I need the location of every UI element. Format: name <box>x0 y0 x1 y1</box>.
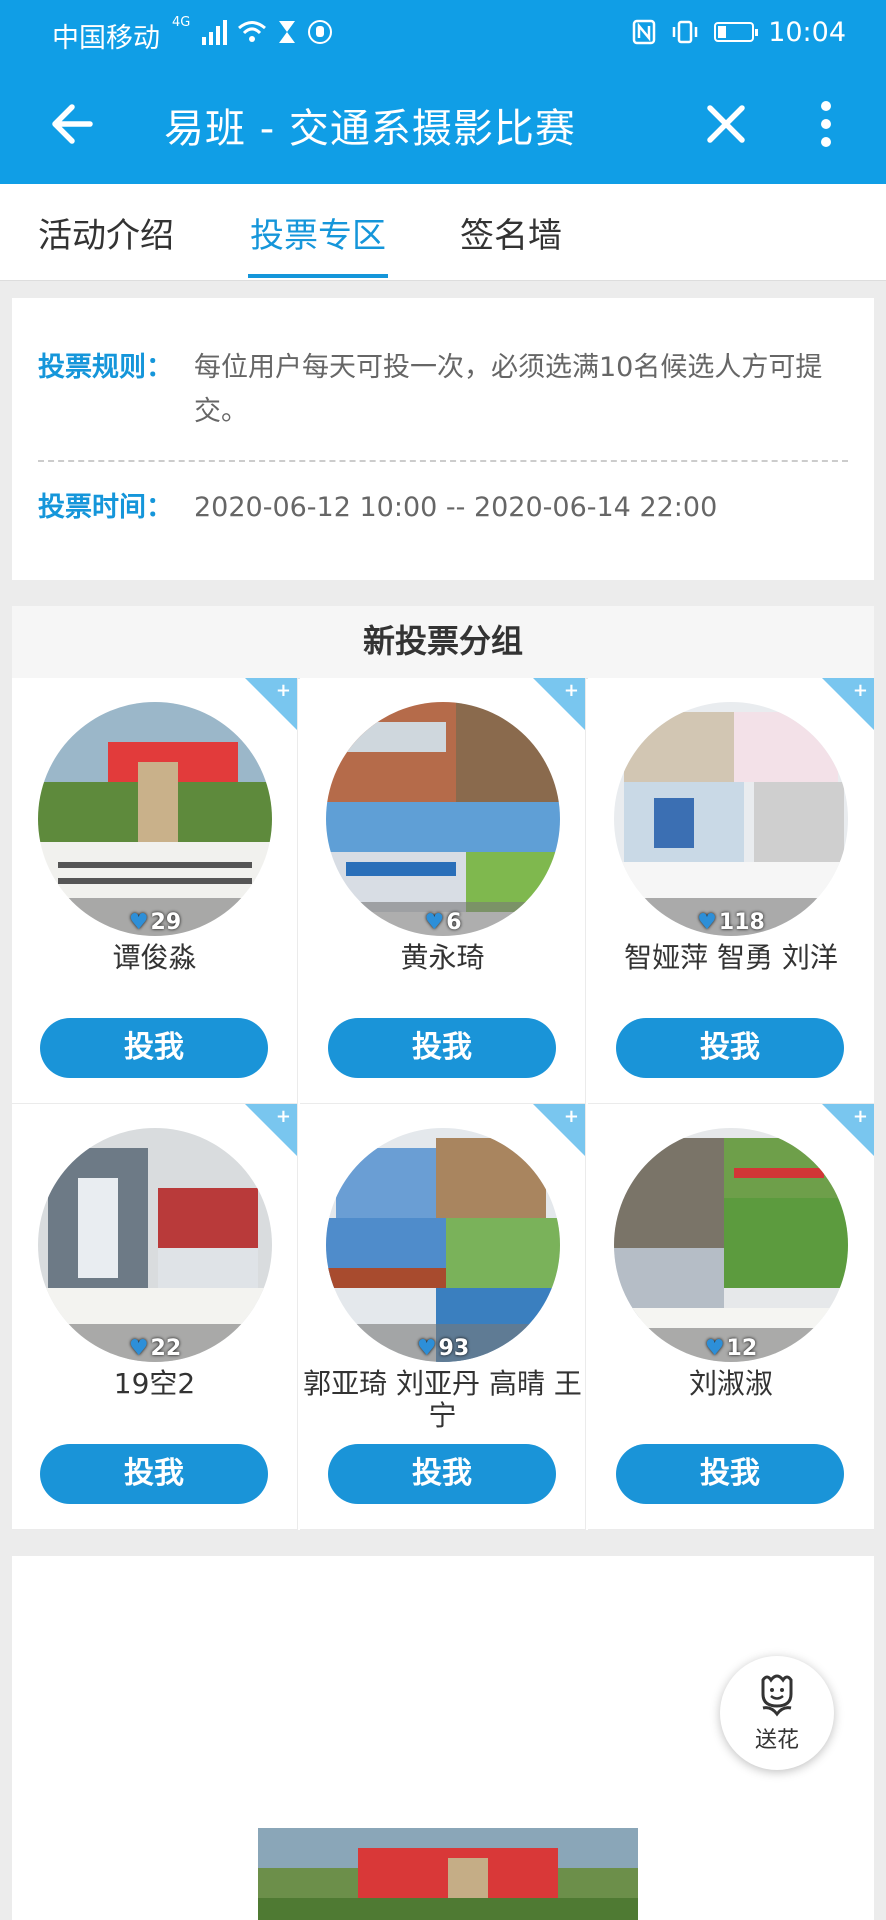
divider <box>38 460 848 462</box>
rule-label: 投票规则： <box>38 352 173 383</box>
vote-button[interactable]: 投我 <box>40 1444 268 1504</box>
plus-icon: + <box>852 680 868 701</box>
time-label: 投票时间： <box>38 492 173 523</box>
tab-signature-wall[interactable]: 签名墙 <box>460 208 562 257</box>
vote-count: ♥118 <box>697 910 765 935</box>
vote-button[interactable]: 投我 <box>616 1444 844 1504</box>
vibrate-icon <box>672 20 698 44</box>
send-flower-button[interactable]: 送花 <box>720 1656 834 1770</box>
app-bar: 中国移动 4G 10:04 易班 - 交通系摄影比赛 <box>0 0 886 184</box>
group-title: 新投票分组 <box>12 606 874 679</box>
status-bar: 中国移动 4G 10:04 <box>0 0 886 66</box>
vote-count: ♥93 <box>416 1336 470 1361</box>
candidate-photo[interactable]: ♥22 <box>38 1128 272 1362</box>
rule-text: 每位用户每天可投一次，必须选满10名候选人方可提交。 <box>194 352 823 427</box>
tab-bar: 活动介绍 投票专区 签名墙 <box>0 184 886 281</box>
candidate-name: 19空2 <box>113 1367 196 1400</box>
flower-icon <box>761 1674 793 1717</box>
vote-count: ♥22 <box>128 1336 182 1361</box>
clock: 10:04 <box>768 16 846 48</box>
candidate-photo[interactable]: ♥29 <box>38 702 272 936</box>
vote-button[interactable]: 投我 <box>328 1018 556 1078</box>
header: 易班 - 交通系摄影比赛 <box>0 66 886 184</box>
send-flower-label: 送花 <box>754 1728 799 1753</box>
heart-icon: ♥ <box>416 1336 437 1361</box>
rule-row: 投票规则： 每位用户每天可投一次，必须选满10名候选人方可提交。 <box>38 346 854 434</box>
candidate-grid: + ♥29 谭俊淼 投我 + ♥6 黄永琦 投我 + ♥118 智娅萍 智勇 刘… <box>12 678 874 1530</box>
nfc-icon <box>632 19 656 45</box>
vote-group: 新投票分组 + ♥29 谭俊淼 投我 + ♥6 黄永琦 投我 + ♥118 智娅… <box>12 606 874 1530</box>
back-arrow-icon[interactable] <box>42 92 106 156</box>
heart-icon: ♥ <box>697 910 717 935</box>
candidate-photo[interactable]: ♥6 <box>326 702 560 936</box>
plus-icon: + <box>275 680 291 701</box>
heart-icon: ♥ <box>128 1336 149 1361</box>
heart-icon: ♥ <box>424 910 445 935</box>
candidate-photo[interactable]: ♥118 <box>614 702 848 936</box>
battery-icon <box>714 22 759 42</box>
candidate-card: + ♥22 19空2 投我 <box>12 1104 298 1530</box>
plus-icon: + <box>852 1106 868 1127</box>
candidate-card: + ♥93 郭亚琦 刘亚丹 高晴 王宁 投我 <box>300 1104 586 1530</box>
candidate-card: + ♥6 黄永琦 投我 <box>300 678 586 1104</box>
tab-voting-zone[interactable]: 投票专区 <box>250 208 386 257</box>
page-title: 易班 - 交通系摄影比赛 <box>164 106 576 152</box>
vote-button[interactable]: 投我 <box>40 1018 268 1078</box>
plus-icon: + <box>275 1106 291 1127</box>
tab-activity-intro[interactable]: 活动介绍 <box>38 208 174 257</box>
candidate-card: + ♥12 刘淑淑 投我 <box>588 1104 874 1530</box>
vote-button[interactable]: 投我 <box>616 1018 844 1078</box>
time-text: 2020-06-12 10:00 -- 2020-06-14 22:00 <box>194 492 718 523</box>
hand-icon <box>308 20 333 44</box>
heart-icon: ♥ <box>704 1336 725 1361</box>
vote-count: ♥12 <box>704 1336 758 1361</box>
carrier-label: 中国移动 <box>52 23 160 54</box>
network-type-label: 4G <box>172 14 191 30</box>
voting-rules-card: 投票规则： 每位用户每天可投一次，必须选满10名候选人方可提交。 投票时间： 2… <box>12 298 874 580</box>
signal-icon <box>202 19 228 45</box>
hourglass-icon <box>279 21 296 43</box>
vote-button[interactable]: 投我 <box>328 1444 556 1504</box>
candidate-card: + ♥118 智娅萍 智勇 刘洋 投我 <box>588 678 874 1104</box>
plus-icon: + <box>563 1106 579 1127</box>
candidate-card: + ♥29 谭俊淼 投我 <box>12 678 298 1104</box>
active-tab-indicator <box>248 274 388 278</box>
signal-icons: 4G <box>172 14 333 50</box>
preview-image[interactable] <box>258 1828 638 1920</box>
heart-icon: ♥ <box>128 910 149 935</box>
candidate-photo[interactable]: ♥93 <box>326 1128 560 1362</box>
wifi-icon <box>238 21 267 42</box>
status-right: 10:04 <box>632 14 846 50</box>
candidate-photo[interactable]: ♥12 <box>614 1128 848 1362</box>
vote-count: ♥29 <box>128 910 182 935</box>
candidate-name: 谭俊淼 <box>112 941 197 974</box>
candidate-name: 郭亚琦 刘亚丹 高晴 王宁 <box>303 1367 582 1432</box>
plus-icon: + <box>563 680 579 701</box>
candidate-name: 刘淑淑 <box>688 1367 773 1400</box>
candidate-name: 智娅萍 智勇 刘洋 <box>624 941 838 974</box>
time-row: 投票时间： 2020-06-12 10:00 -- 2020-06-14 22:… <box>38 486 854 530</box>
vote-count: ♥6 <box>424 910 462 935</box>
more-vertical-icon[interactable] <box>804 92 848 156</box>
candidate-name: 黄永琦 <box>400 941 485 974</box>
close-icon[interactable] <box>694 92 758 156</box>
